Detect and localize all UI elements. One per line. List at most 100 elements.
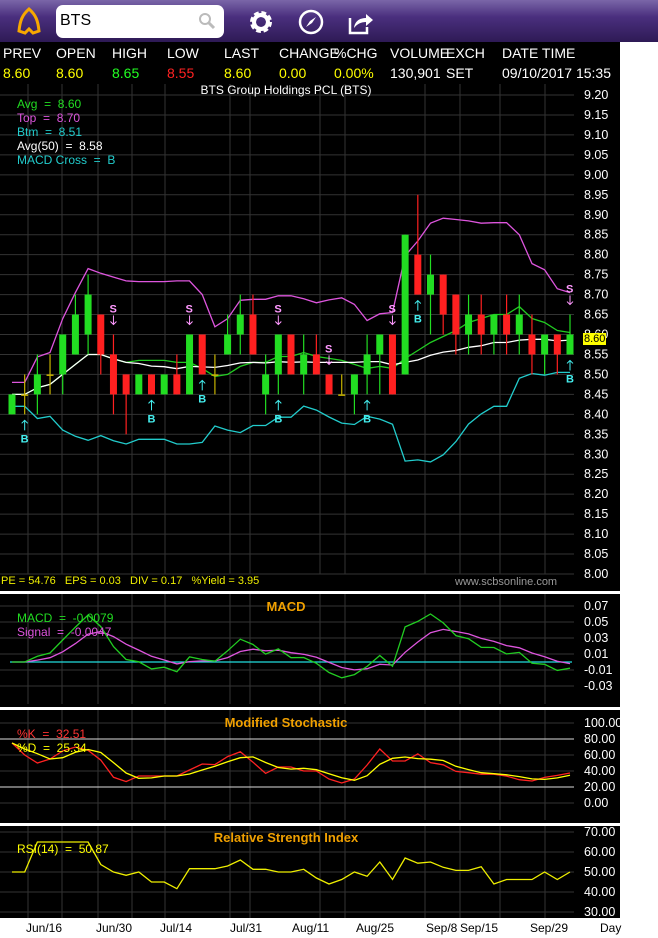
candle-body bbox=[553, 334, 561, 355]
axis-tick-label: 60.00 bbox=[584, 845, 615, 859]
axis-tick-label: 8.55 bbox=[584, 347, 608, 361]
search-box[interactable] bbox=[56, 5, 224, 38]
buy-signal: B bbox=[414, 314, 422, 326]
candle-body bbox=[46, 374, 54, 376]
date-label: Jul/14 bbox=[160, 921, 193, 935]
candle-body bbox=[236, 314, 244, 335]
axis-tick-label: 8.05 bbox=[584, 547, 608, 561]
candle-body bbox=[566, 334, 574, 355]
axis-tick-label: 8.65 bbox=[584, 308, 608, 322]
sell-arrow-icon bbox=[566, 295, 574, 306]
search-icon[interactable] bbox=[198, 12, 216, 30]
buy-arrow-icon bbox=[148, 399, 155, 411]
legend-top: Top = 8.70 bbox=[17, 111, 81, 125]
date-axis: Jun/16 Jun/30 Jul/14 Jul/31 Aug/11 Aug/2… bbox=[0, 918, 658, 938]
candle-body bbox=[363, 354, 371, 375]
sell-arrow-icon bbox=[389, 315, 396, 326]
date-label: Aug/25 bbox=[356, 921, 395, 935]
price-chart-panel[interactable]: 9.20 9.15 9.10 9.05 9.00 8.95 8.90 8.85 8.80 8.75… bbox=[0, 83, 620, 591]
label-volume: VOLUME bbox=[390, 45, 450, 61]
candle-body bbox=[160, 374, 168, 395]
legend-rsi: RSI(14) = 50.87 bbox=[17, 842, 109, 856]
sell-signal: S bbox=[186, 304, 193, 316]
gear-icon[interactable] bbox=[248, 9, 274, 35]
axis-tick-label: 0.00 bbox=[584, 796, 608, 810]
k-line bbox=[11, 742, 571, 784]
axis-tick-label: 8.00 bbox=[584, 567, 608, 581]
compass-icon[interactable] bbox=[298, 9, 324, 35]
date-label: Sep/15 bbox=[460, 921, 499, 935]
candle-body bbox=[528, 334, 536, 355]
axis-tick-label: 0.05 bbox=[584, 615, 608, 629]
label-change: CHANGE bbox=[279, 45, 339, 61]
legend-k: %K = 32.51 bbox=[17, 727, 87, 741]
candle-body bbox=[414, 254, 422, 295]
share-icon[interactable] bbox=[348, 9, 374, 35]
value-last: 8.60 bbox=[224, 65, 252, 81]
search-input[interactable] bbox=[60, 12, 190, 30]
fundamentals: PE = 54.76 EPS = 0.03 DIV = 0.17 %Yield … bbox=[1, 575, 260, 587]
buy-signal: B bbox=[21, 433, 29, 445]
axis-tick-label: 50.00 bbox=[584, 865, 615, 879]
buy-signal: B bbox=[566, 373, 574, 385]
candle-body bbox=[465, 314, 473, 335]
label-datetime: DATE TIME bbox=[502, 45, 576, 61]
legend-signal: Signal = -0.0047 bbox=[17, 625, 112, 639]
axis-tick-label: -0.01 bbox=[584, 663, 613, 677]
axis-tick-label: 0.07 bbox=[584, 599, 608, 613]
axis-tick-label: 100.00 bbox=[584, 716, 620, 730]
app-header bbox=[0, 0, 658, 42]
date-label: Jun/30 bbox=[96, 921, 133, 935]
watermark: www.scbsonline.com bbox=[455, 576, 558, 588]
axis-tick-label: 8.75 bbox=[584, 268, 608, 282]
axis-tick-label: 9.05 bbox=[584, 148, 608, 162]
candle-body bbox=[287, 334, 295, 375]
axis-tick-label: 8.35 bbox=[584, 427, 608, 441]
legend-btm: Btm = 8.51 bbox=[17, 125, 83, 139]
legend-macd: MACD = -0.0079 bbox=[17, 611, 114, 625]
candle-body bbox=[186, 334, 194, 395]
axis-tick-label: 0.03 bbox=[584, 631, 608, 645]
label-high: HIGH bbox=[112, 45, 147, 61]
axis-tick-label: 9.10 bbox=[584, 128, 608, 142]
value-prev: 8.60 bbox=[3, 65, 31, 81]
candle-body bbox=[350, 374, 358, 395]
axis-tick-label: 80.00 bbox=[584, 732, 615, 746]
axis-tick-label: 8.20 bbox=[584, 487, 608, 501]
date-label: Day bbox=[600, 921, 622, 935]
candle-body bbox=[198, 334, 206, 375]
rsi-panel[interactable]: 70.00 60.00 50.00 40.00 30.00 Relative Stren… bbox=[0, 826, 620, 918]
date-label: Jun/16 bbox=[26, 921, 63, 935]
axis-tick-label: 8.25 bbox=[584, 467, 608, 481]
candle-body bbox=[109, 354, 117, 395]
candle-body bbox=[249, 314, 257, 355]
macd-panel[interactable]: 0.07 0.05 0.03 0.01 -0.01 -0.03 MACD MACD = -… bbox=[0, 594, 620, 707]
candle-body bbox=[427, 274, 434, 295]
candle-body bbox=[541, 334, 549, 355]
candle-body bbox=[33, 374, 41, 395]
candle-body bbox=[84, 294, 92, 335]
label-low: LOW bbox=[167, 45, 199, 61]
candle-body bbox=[135, 374, 143, 395]
app-logo-icon[interactable] bbox=[14, 7, 44, 37]
label-prev: PREV bbox=[3, 45, 42, 61]
value-volume: 130,901 bbox=[390, 65, 441, 81]
value-datetime: 09/10/2017 15:35 bbox=[502, 65, 611, 81]
axis-tick-label: 0.01 bbox=[584, 647, 608, 661]
candle-body bbox=[312, 354, 320, 375]
stochastic-panel[interactable]: 100.00 80.00 60.00 40.00 20.00 0.00 Modified … bbox=[0, 710, 620, 823]
label-open: OPEN bbox=[56, 45, 96, 61]
buy-arrow-icon bbox=[198, 379, 206, 391]
axis-tick-label: 8.70 bbox=[584, 288, 608, 302]
axis-tick-label: 30.00 bbox=[584, 905, 615, 918]
candle-body bbox=[325, 374, 333, 395]
candle-body bbox=[8, 394, 16, 415]
candle-body bbox=[388, 334, 396, 395]
axis-tick-label: 9.20 bbox=[584, 88, 608, 102]
candle-body bbox=[452, 294, 460, 335]
label-exch: EXCH bbox=[446, 45, 485, 61]
axis-tick-label: 9.00 bbox=[584, 168, 608, 182]
sell-arrow-icon bbox=[274, 315, 282, 326]
axis-tick-label: -0.03 bbox=[584, 679, 613, 693]
candle-body bbox=[490, 314, 498, 335]
